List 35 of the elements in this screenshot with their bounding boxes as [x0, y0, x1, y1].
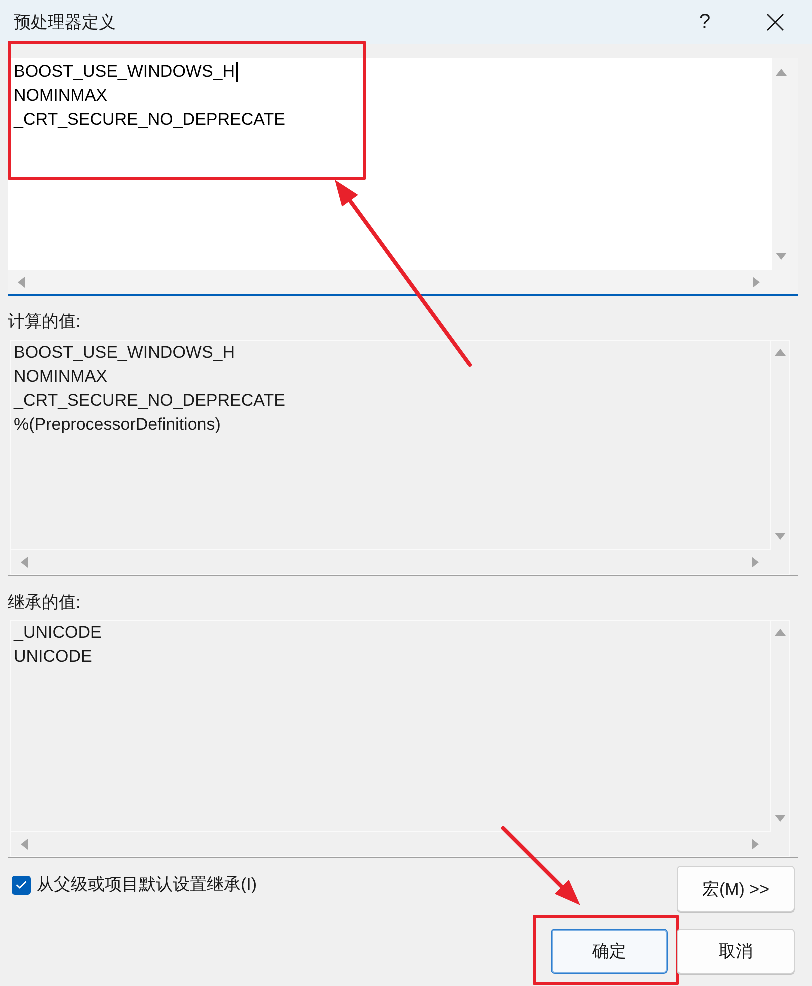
- scroll-right-icon[interactable]: [752, 838, 759, 850]
- scroll-right-icon[interactable]: [752, 556, 759, 568]
- scroll-right-icon[interactable]: [753, 276, 760, 288]
- scroll-left-icon[interactable]: [21, 838, 28, 850]
- scroll-up-icon[interactable]: [774, 629, 786, 636]
- scroll-up-icon[interactable]: [774, 349, 786, 356]
- inherit-checkbox[interactable]: [12, 876, 31, 894]
- definition-line: BOOST_USE_WINDOWS_H: [14, 61, 236, 83]
- computed-values-label: 计算的值:: [8, 311, 81, 333]
- value-line: _UNICODE: [14, 622, 102, 644]
- checkbox-label[interactable]: 从父级或项目默认设置继承(I): [37, 874, 258, 896]
- value-line: _CRT_SECURE_NO_DEPRECATE: [14, 390, 286, 412]
- close-icon: [766, 14, 784, 30]
- definitions-field[interactable]: BOOST_USE_WINDOWS_H NOMINMAX _CRT_SECURE_NO_DEPRECATE: [8, 58, 798, 296]
- inherited-values-box[interactable]: _UNICODE UNICODE: [10, 620, 790, 857]
- scroll-left-icon[interactable]: [18, 276, 25, 288]
- scroll-down-icon[interactable]: [776, 253, 786, 260]
- value-line: NOMINMAX: [14, 366, 108, 388]
- inherited-values-label: 继承的值:: [8, 592, 81, 614]
- definition-line: _CRT_SECURE_NO_DEPRECATE: [14, 109, 286, 131]
- definition-line: NOMINMAX: [14, 85, 108, 107]
- window-title: 预处理器定义: [14, 12, 117, 34]
- macros-button[interactable]: 宏(M) >>: [677, 866, 795, 912]
- scroll-up-icon[interactable]: [776, 69, 786, 76]
- value-line: UNICODE: [14, 646, 92, 668]
- help-button[interactable]: ?: [682, 0, 728, 44]
- checkmark-icon: [16, 881, 27, 889]
- dialog-button[interactable]: 确定: [551, 929, 668, 974]
- scroll-down-icon[interactable]: [774, 815, 786, 822]
- dialog-button[interactable]: 取消: [677, 929, 795, 974]
- scroll-down-icon[interactable]: [774, 533, 786, 540]
- value-line: BOOST_USE_WINDOWS_H: [14, 342, 236, 364]
- scroll-left-icon[interactable]: [21, 556, 28, 568]
- computed-values-box[interactable]: BOOST_USE_WINDOWS_H NOMINMAX _CRT_SECURE_NO_DEPRECATE %(PreprocessorDefinitions): [10, 340, 790, 575]
- value-line: %(PreprocessorDefinitions): [14, 414, 221, 436]
